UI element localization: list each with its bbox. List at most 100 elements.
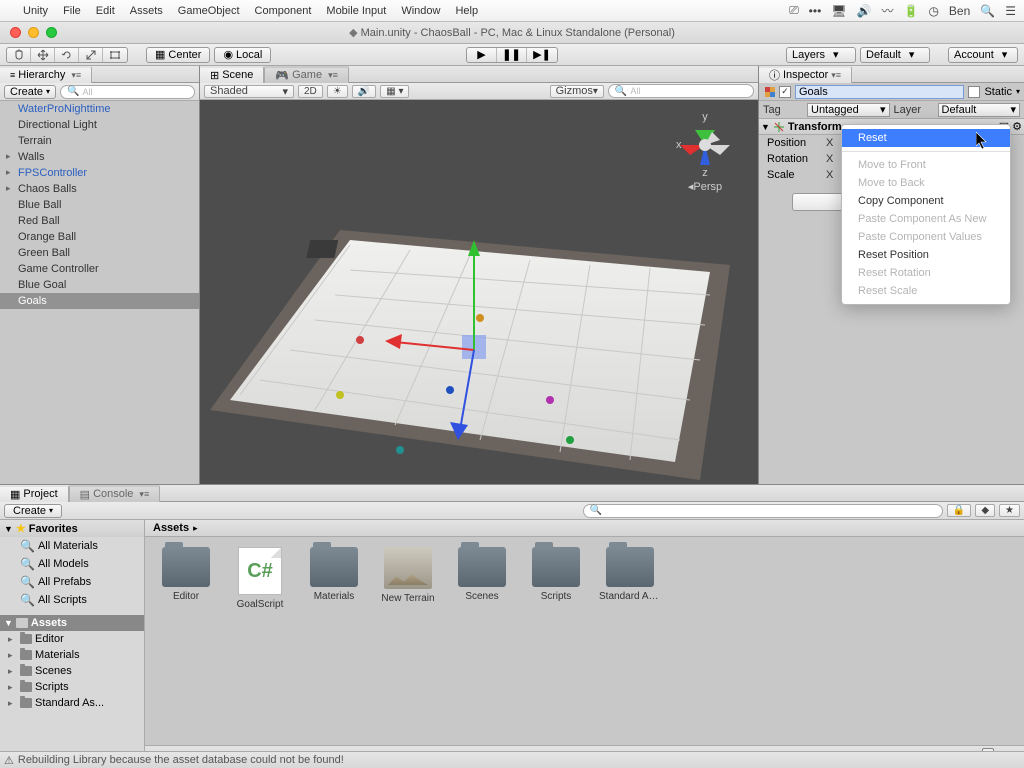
tab-project[interactable]: ▦Project	[0, 485, 69, 502]
project-create-dropdown[interactable]: Create▾	[4, 504, 62, 518]
fav-prefabs[interactable]: 🔍All Prefabs	[0, 573, 144, 591]
hierarchy-item[interactable]: Terrain	[0, 133, 199, 149]
more-icon[interactable]: •••	[809, 4, 822, 18]
menu-gameobject[interactable]: GameObject	[178, 5, 240, 17]
asset-item[interactable]: New Terrain	[377, 547, 439, 604]
tag-dropdown[interactable]: Untagged▾	[807, 103, 890, 117]
rotate-tool[interactable]	[55, 48, 79, 62]
tree-item[interactable]: ▸Materials	[0, 647, 144, 663]
hierarchy-item[interactable]: Blue Goal	[0, 277, 199, 293]
scale-tool[interactable]	[79, 48, 103, 62]
fav-scripts[interactable]: 🔍All Scripts	[0, 591, 144, 609]
menu-unity[interactable]: Unity	[23, 5, 48, 17]
play-button[interactable]: ▶	[467, 48, 497, 62]
gizmos-dropdown[interactable]: Gizmos ▾	[550, 85, 604, 98]
tab-hierarchy[interactable]: ≡Hierarchy▾≡	[0, 66, 92, 83]
filter-type-icon[interactable]: ◆	[975, 504, 995, 517]
active-checkbox[interactable]: ✓	[779, 86, 791, 98]
hierarchy-item[interactable]: Game Controller	[0, 261, 199, 277]
fx-toggle[interactable]: ▦ ▾	[380, 85, 409, 98]
hierarchy-item[interactable]: WaterProNighttime	[0, 101, 199, 117]
tab-game[interactable]: 🎮Game▾≡	[264, 66, 348, 83]
tree-item[interactable]: ▸Editor	[0, 631, 144, 647]
gear-icon[interactable]: ⚙	[1012, 120, 1022, 133]
context-menu-item[interactable]: Reset	[842, 129, 1010, 147]
step-button[interactable]: ▶❚	[527, 48, 557, 62]
hierarchy-item[interactable]: Chaos Balls	[0, 181, 199, 197]
hierarchy-item[interactable]: Orange Ball	[0, 229, 199, 245]
create-dropdown[interactable]: Create▾	[4, 85, 56, 99]
light-toggle[interactable]: ☀	[327, 85, 348, 98]
asset-item[interactable]: Materials	[303, 547, 365, 602]
asset-item[interactable]: C#GoalScript	[229, 547, 291, 610]
hierarchy-item[interactable]: Walls	[0, 149, 199, 165]
fav-models[interactable]: 🔍All Models	[0, 555, 144, 573]
menu-icon[interactable]: ☰	[1005, 4, 1016, 18]
camera-icon[interactable]: ⎚	[789, 3, 799, 18]
hierarchy-item[interactable]: Goals	[0, 293, 199, 309]
tree-item[interactable]: ▸Scripts	[0, 679, 144, 695]
pause-button[interactable]: ❚❚	[497, 48, 527, 62]
hierarchy-item[interactable]: Blue Ball	[0, 197, 199, 213]
user-label[interactable]: Ben	[949, 4, 970, 18]
tree-item[interactable]: ▸Scenes	[0, 663, 144, 679]
volume-icon[interactable]: 🔊	[857, 4, 872, 18]
menu-assets[interactable]: Assets	[130, 5, 163, 17]
scene-view[interactable]: y x z ◂Persp	[200, 100, 758, 484]
transform-icon	[773, 121, 785, 133]
favorites-header[interactable]: ▼★Favorites	[0, 520, 144, 537]
scene-search[interactable]: 🔍All	[608, 84, 754, 98]
hierarchy-item[interactable]: Red Ball	[0, 213, 199, 229]
menu-mobileinput[interactable]: Mobile Input	[326, 5, 386, 17]
name-field[interactable]	[795, 85, 964, 99]
hierarchy-item[interactable]: FPSController	[0, 165, 199, 181]
tab-inspector[interactable]: ⓘInspector▾≡	[759, 66, 852, 83]
warning-icon: ⚠	[4, 754, 14, 767]
asset-item[interactable]: Editor	[155, 547, 217, 602]
wifi-icon[interactable]: 〰	[881, 2, 893, 19]
move-tool[interactable]	[31, 48, 55, 62]
battery-icon[interactable]: 🔋	[903, 4, 918, 18]
layout-dropdown[interactable]: Default▾	[860, 47, 930, 63]
display-icon[interactable]: 🖥	[831, 4, 846, 18]
asset-item[interactable]: Standard Ass...	[599, 547, 661, 602]
account-dropdown[interactable]: Account▾	[948, 47, 1018, 63]
orientation-gizmo[interactable]: y x z ◂Persp	[670, 110, 740, 180]
hierarchy-search[interactable]: 🔍All	[60, 85, 195, 99]
asset-item[interactable]: Scenes	[451, 547, 513, 602]
2d-toggle[interactable]: 2D	[298, 85, 323, 98]
static-dropdown[interactable]: ▾	[1016, 87, 1020, 96]
pivot-local-button[interactable]: ◉Local	[214, 47, 271, 63]
tag-label: Tag	[763, 104, 803, 116]
assets-header[interactable]: ▼Assets	[0, 615, 144, 631]
tree-item[interactable]: ▸Standard As...	[0, 695, 144, 711]
menu-component[interactable]: Component	[255, 5, 312, 17]
context-menu-item[interactable]: Reset Position	[842, 246, 1010, 264]
hand-tool[interactable]	[7, 48, 31, 62]
hierarchy-item[interactable]: Green Ball	[0, 245, 199, 261]
menu-file[interactable]: File	[63, 5, 81, 17]
layer-dropdown[interactable]: Default▾	[938, 103, 1021, 117]
menu-window[interactable]: Window	[401, 5, 440, 17]
context-menu-item[interactable]: Copy Component	[842, 192, 1010, 210]
tab-scene[interactable]: ⊞Scene	[200, 66, 264, 83]
shading-dropdown[interactable]: Shaded▾	[204, 85, 294, 98]
audio-toggle[interactable]: 🔊	[352, 85, 376, 98]
rect-tool[interactable]	[103, 48, 127, 62]
asset-item[interactable]: Scripts	[525, 547, 587, 602]
breadcrumb[interactable]: Assets▸	[145, 520, 1024, 537]
hierarchy-item[interactable]: Directional Light	[0, 117, 199, 133]
save-search-icon[interactable]: ★	[999, 504, 1020, 517]
layers-dropdown[interactable]: Layers▾	[786, 47, 856, 63]
static-checkbox[interactable]	[968, 86, 980, 98]
tab-console[interactable]: ▤Console▾≡	[69, 485, 161, 502]
fav-materials[interactable]: 🔍All Materials	[0, 537, 144, 555]
project-search[interactable]: 🔍	[583, 504, 943, 518]
menu-edit[interactable]: Edit	[96, 5, 115, 17]
menu-help[interactable]: Help	[455, 5, 478, 17]
main-toolbar: ▦Center ◉Local ▶ ❚❚ ▶❚ Layers▾ Default▾ …	[0, 44, 1024, 66]
pivot-center-button[interactable]: ▦Center	[146, 47, 210, 63]
filter-icon[interactable]: 🔒	[947, 504, 971, 517]
search-icon[interactable]: 🔍	[980, 4, 995, 18]
clock-icon[interactable]: ◷	[928, 4, 938, 18]
